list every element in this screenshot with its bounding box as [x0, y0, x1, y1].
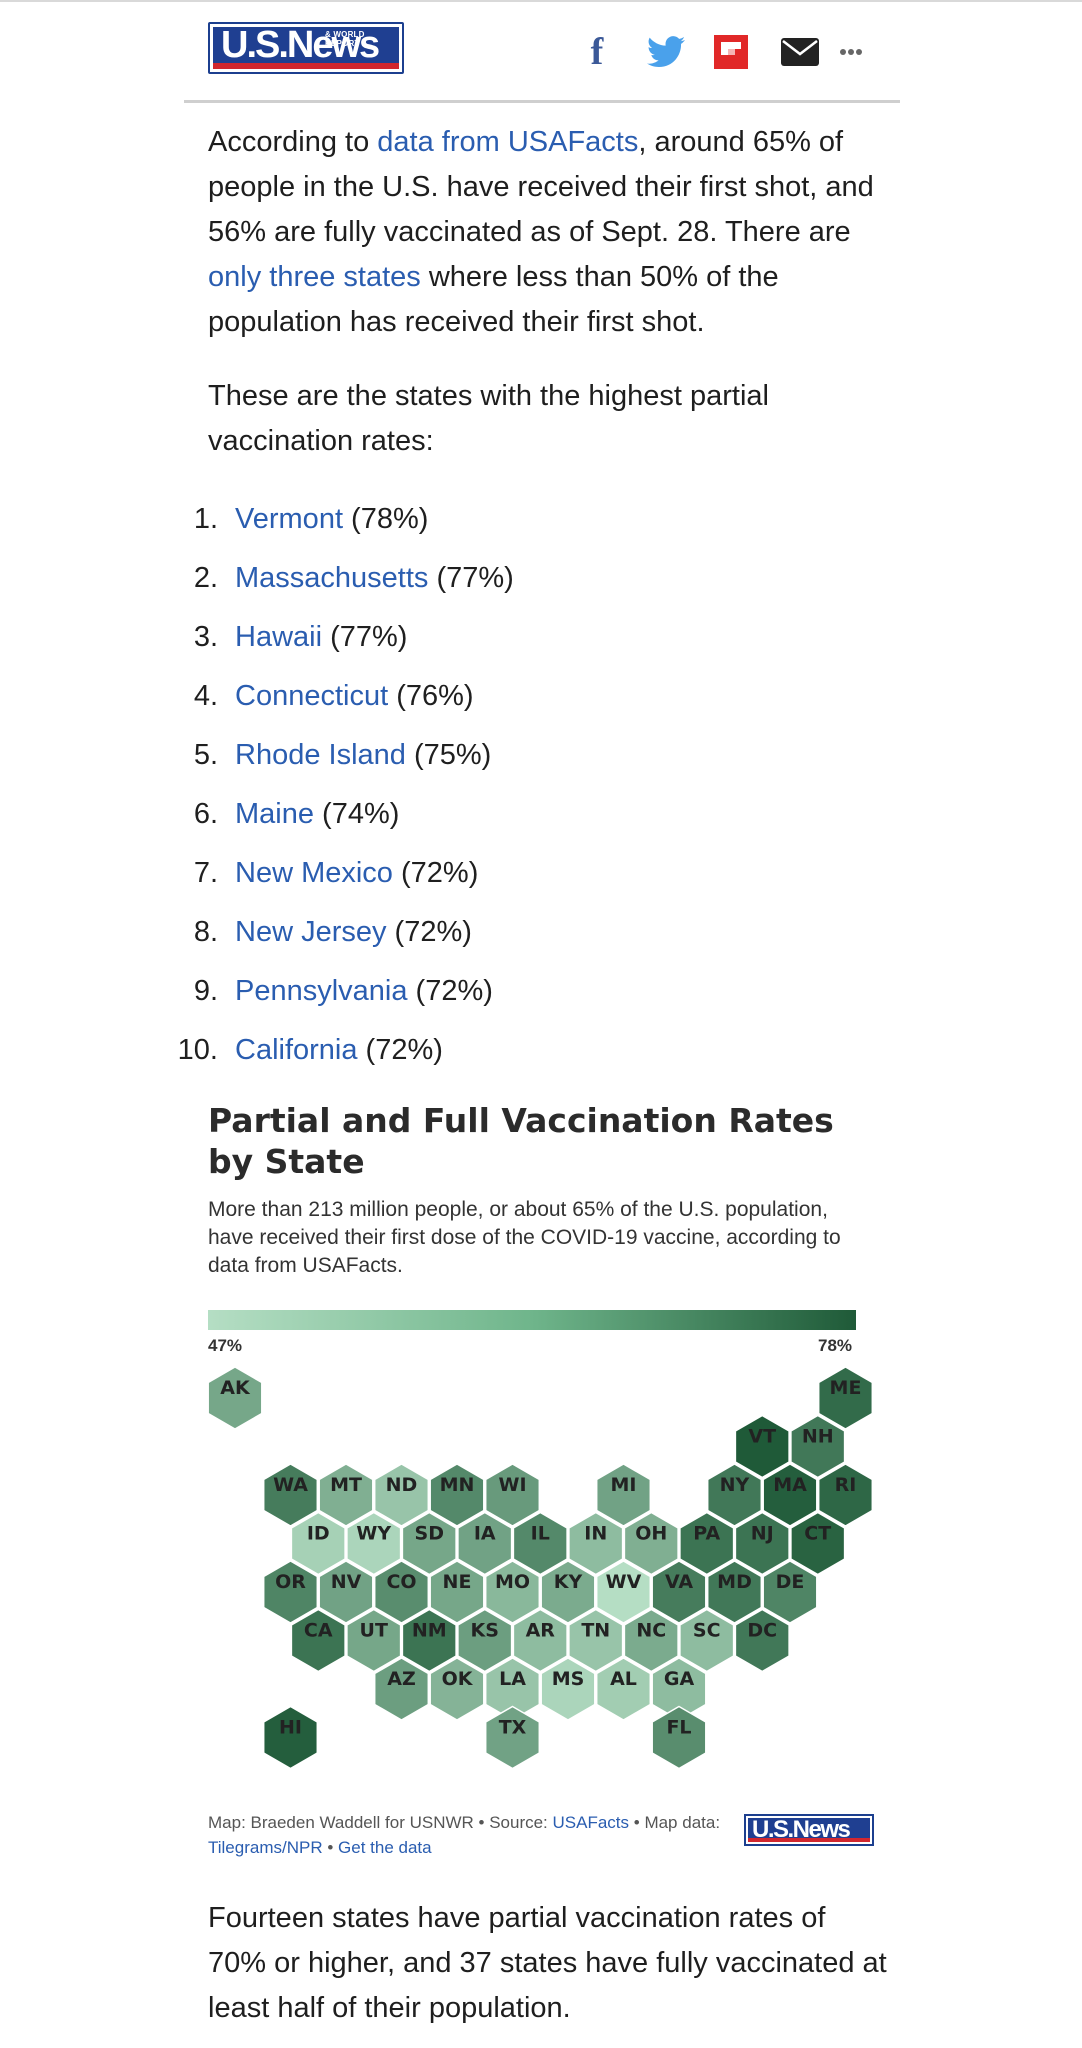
state-label-mn: MN [440, 1474, 475, 1496]
state-label-mo: MO [495, 1571, 530, 1593]
state-label-wa: WA [273, 1474, 308, 1496]
map-logo-red-bar [748, 1838, 870, 1842]
state-label-ok: OK [442, 1668, 474, 1690]
state-hex-map: AK ME VT NH WA MT ND MN WI MI NY MA RI ID WY SD IA IL IN OH… [207, 1366, 874, 1770]
state-label-ia: IA [474, 1523, 496, 1545]
state-label-fl: FL [666, 1717, 691, 1739]
usnews-map-logo: U.S.News [744, 1814, 874, 1846]
state-label-in: IN [584, 1523, 607, 1545]
state-label-ma: MA [773, 1474, 807, 1496]
state-label-ar: AR [526, 1620, 556, 1642]
map-credit: Map: Braeden Waddell for USNWR • Source:… [208, 1810, 728, 1860]
state-label-ut: UT [360, 1620, 388, 1642]
state-label-tx: TX [499, 1717, 527, 1739]
state-label-co: CO [386, 1571, 416, 1593]
state-label-nv: NV [331, 1571, 362, 1593]
state-label-ne: NE [443, 1571, 472, 1593]
state-label-sd: SD [415, 1523, 444, 1545]
credit-text-b: • Map data: [629, 1813, 721, 1832]
state-label-dc: DC [747, 1620, 777, 1642]
state-label-oh: OH [635, 1523, 667, 1545]
state-label-ct: CT [804, 1523, 831, 1545]
state-label-ks: KS [471, 1620, 499, 1642]
credit-text-a: Map: Braeden Waddell for USNWR • Source: [208, 1813, 553, 1832]
state-label-nm: NM [412, 1620, 447, 1642]
state-label-va: VA [665, 1571, 693, 1593]
state-label-nj: NJ [751, 1523, 774, 1545]
state-label-ak: AK [220, 1377, 251, 1399]
state-label-md: MD [717, 1571, 752, 1593]
state-label-nc: NC [636, 1620, 666, 1642]
state-label-ri: RI [835, 1474, 857, 1496]
state-label-la: LA [499, 1668, 526, 1690]
state-label-id: ID [307, 1523, 330, 1545]
state-label-wy: WY [356, 1523, 391, 1545]
get-the-data-link[interactable]: Get the data [338, 1838, 432, 1857]
state-label-ga: GA [664, 1668, 695, 1690]
credit-text-c: • [322, 1838, 339, 1857]
state-label-az: AZ [387, 1668, 415, 1690]
state-label-ms: MS [552, 1668, 585, 1690]
state-label-il: IL [531, 1523, 550, 1545]
state-label-mt: MT [330, 1474, 362, 1496]
state-label-tn: TN [581, 1620, 610, 1642]
state-label-al: AL [610, 1668, 637, 1690]
usafacts-source-link[interactable]: USAFacts [553, 1813, 630, 1832]
state-label-me: ME [830, 1377, 862, 1399]
state-label-ky: KY [554, 1571, 583, 1593]
tilegrams-npr-link[interactable]: Tilegrams/NPR [208, 1838, 323, 1857]
state-label-nh: NH [802, 1426, 834, 1448]
state-label-or: OR [275, 1571, 306, 1593]
state-label-sc: SC [693, 1620, 721, 1642]
state-label-hi: HI [279, 1717, 302, 1739]
state-label-vt: VT [748, 1426, 776, 1448]
state-label-pa: PA [693, 1523, 720, 1545]
state-label-de: DE [776, 1571, 805, 1593]
state-label-ca: CA [304, 1620, 333, 1642]
map-logo-background: U.S.News [748, 1816, 870, 1843]
state-label-ny: NY [720, 1474, 750, 1496]
state-label-nd: ND [386, 1474, 418, 1496]
state-label-wi: WI [498, 1474, 526, 1496]
state-label-mi: MI [611, 1474, 637, 1496]
outro-paragraph: Fourteen states have partial vaccination… [208, 1902, 887, 2024]
state-label-wv: WV [606, 1571, 642, 1593]
